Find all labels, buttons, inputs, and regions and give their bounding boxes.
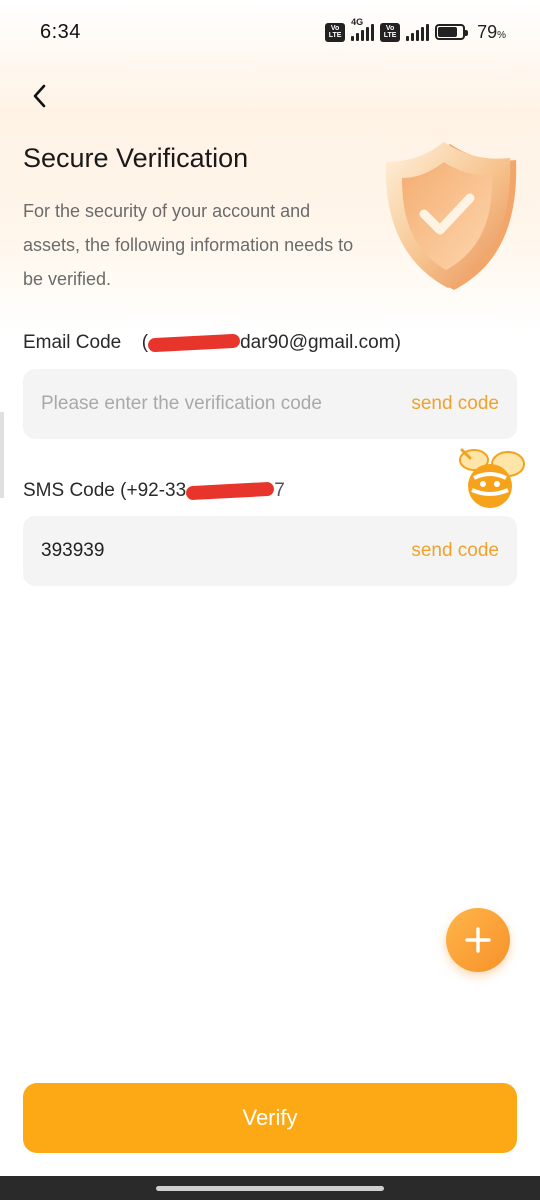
chevron-left-icon [33,84,46,108]
email-redaction [147,333,241,353]
status-time: 6:34 [40,20,81,43]
signal-icon: 4G [351,17,375,41]
sms-phone-number: (+92-33 [120,480,187,501]
status-icons: Vo LTE 4G Vo LTE 79% [325,17,506,43]
email-code-input[interactable] [41,393,412,415]
system-nav-bar [0,1176,540,1200]
add-floating-button[interactable] [446,908,510,972]
phone-redaction [185,481,275,501]
email-code-field: send code [23,369,517,439]
sms-code-field: send code [23,516,517,586]
email-address: dar90@gmail.com) [240,332,401,353]
sms-send-code-button[interactable]: send code [411,540,499,562]
volte-icon: Vo LTE [325,22,346,42]
home-gesture-handle[interactable] [156,1186,384,1191]
battery-icon [435,24,469,40]
sms-code-input[interactable] [41,540,412,562]
secure-verification-screen: 6:34 Vo LTE 4G Vo LTE 79% Secure Verific… [0,0,540,1200]
shield-check-icon [385,142,517,290]
volte-icon-sim2: Vo LTE [380,22,401,42]
plus-icon [465,927,491,953]
network-type-label: 4G [351,17,364,27]
page-title: Secure Verification [23,143,249,173]
email-send-code-button[interactable]: send code [411,393,499,415]
battery-percent: 79% [477,21,506,42]
email-code-label: Email Code (dar90@gmail.com) [23,332,401,353]
signal-icon-sim2 [406,23,430,41]
back-button[interactable] [22,78,58,114]
verify-button[interactable]: Verify [23,1083,517,1153]
bee-mascot-icon [459,448,525,508]
edge-indicator [0,412,4,498]
page-subtitle: For the security of your account and ass… [23,201,354,289]
status-bar: 6:34 Vo LTE 4G Vo LTE 79% [0,0,540,64]
sms-code-label: SMS Code (+92-33 7 [23,480,285,501]
